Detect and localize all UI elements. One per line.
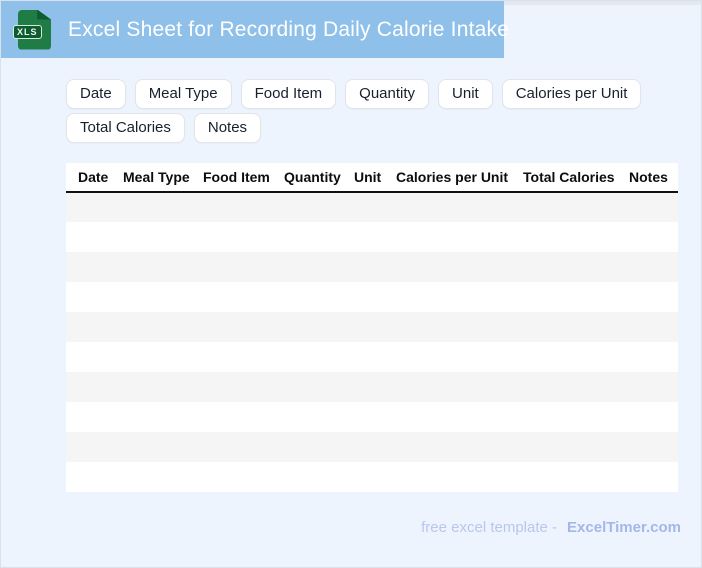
empty-cell (66, 342, 678, 372)
footer: free excel template - ExcelTimer.com (421, 519, 681, 536)
table-row (66, 192, 678, 222)
table-row (66, 222, 678, 252)
empty-cell (66, 372, 678, 402)
column-header-calories-per-unit: Calories per Unit (396, 163, 523, 192)
table-row (66, 252, 678, 282)
calorie-table: DateMeal TypeFood ItemQuantityUnitCalori… (66, 163, 678, 492)
xls-badge: XLS (13, 25, 42, 39)
page: XLS Excel Sheet for Recording Daily Calo… (0, 0, 702, 568)
column-header-unit: Unit (354, 163, 396, 192)
xls-file-icon: XLS (18, 10, 51, 50)
column-header-total-calories: Total Calories (523, 163, 629, 192)
empty-cell (66, 432, 678, 462)
content-area: DateMeal TypeFood ItemQuantityUnitCalori… (1, 1, 701, 492)
page-title: Excel Sheet for Recording Daily Calorie … (68, 18, 509, 42)
empty-cell (66, 192, 678, 222)
chip-calories-per-unit[interactable]: Calories per Unit (502, 79, 642, 109)
table-row (66, 462, 678, 492)
chip-meal-type[interactable]: Meal Type (135, 79, 232, 109)
table-row (66, 282, 678, 312)
column-header-meal-type: Meal Type (123, 163, 203, 192)
empty-cell (66, 312, 678, 342)
header-banner: XLS Excel Sheet for Recording Daily Calo… (1, 1, 504, 58)
chip-food-item[interactable]: Food Item (241, 79, 337, 109)
table-row (66, 432, 678, 462)
field-chips: Date Meal Type Food Item Quantity Unit Calori… (66, 79, 691, 143)
chip-notes[interactable]: Notes (194, 113, 261, 143)
table-body (66, 192, 678, 492)
empty-cell (66, 252, 678, 282)
table-header-row: DateMeal TypeFood ItemQuantityUnitCalori… (66, 163, 678, 192)
chip-unit[interactable]: Unit (438, 79, 493, 109)
chip-total-calories[interactable]: Total Calories (66, 113, 185, 143)
empty-cell (66, 222, 678, 252)
column-header-food-item: Food Item (203, 163, 284, 192)
chip-date[interactable]: Date (66, 79, 126, 109)
table-row (66, 342, 678, 372)
empty-cell (66, 462, 678, 492)
column-header-notes: Notes (629, 163, 678, 192)
table-row (66, 312, 678, 342)
chip-quantity[interactable]: Quantity (345, 79, 429, 109)
footer-text: free excel template - (421, 519, 557, 536)
table-row (66, 402, 678, 432)
empty-cell (66, 402, 678, 432)
empty-cell (66, 282, 678, 312)
column-header-date: Date (66, 163, 123, 192)
table-head: DateMeal TypeFood ItemQuantityUnitCalori… (66, 163, 678, 192)
column-header-quantity: Quantity (284, 163, 354, 192)
footer-brand-link[interactable]: ExcelTimer.com (567, 519, 681, 536)
table-row (66, 372, 678, 402)
